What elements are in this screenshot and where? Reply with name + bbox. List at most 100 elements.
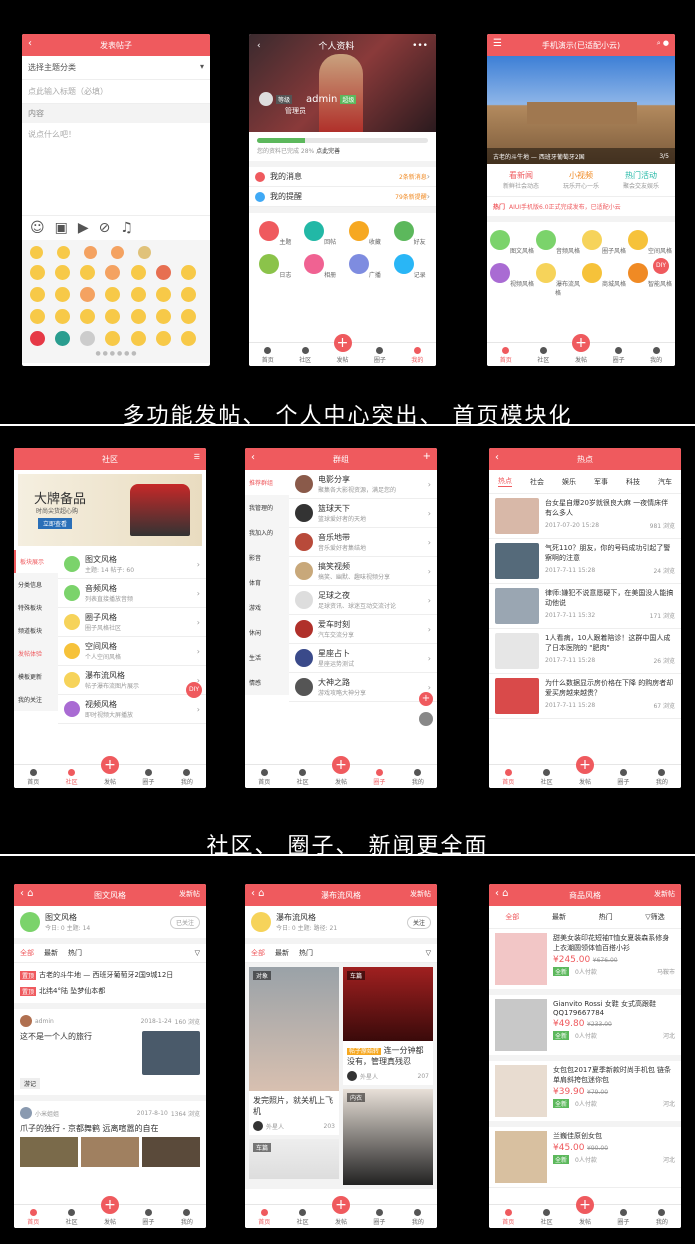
post-card[interactable]: admin 2018-1-24 160 浏览 这不是一个人的旅行 游记 — [14, 1003, 206, 1095]
tab-community[interactable]: 社区 — [283, 765, 321, 788]
tab-home[interactable]: 首页 — [245, 1205, 283, 1228]
image-icon[interactable]: ▣ — [55, 220, 68, 236]
tab-latest[interactable]: 最新 — [275, 948, 289, 958]
avatar[interactable] — [259, 92, 273, 106]
tab-mine[interactable]: 我的 — [643, 1205, 681, 1228]
grid-item[interactable]: 好友 — [387, 221, 432, 246]
list-item[interactable]: 视频风格 即时视频大屏播放 › — [58, 695, 206, 724]
emoji-icon[interactable] — [155, 287, 171, 302]
back-icon[interactable]: ‹ ⌂ — [495, 888, 509, 899]
tile-events[interactable]: 热门活动 聚会交友娱乐 — [611, 170, 671, 190]
sidebar-item[interactable]: 影音 — [245, 545, 289, 570]
emoji-icon[interactable] — [155, 309, 171, 324]
tab-home[interactable]: 首页 — [489, 1205, 527, 1228]
sidebar-item[interactable]: 模板更新 — [14, 665, 58, 688]
sidebar-item[interactable]: 游戏 — [245, 595, 289, 620]
link-icon[interactable]: ⊘ — [99, 220, 111, 236]
new-post-button[interactable]: 发新帖 — [410, 889, 431, 899]
emoji-icon[interactable] — [55, 331, 71, 346]
tab-community[interactable]: 社区 — [52, 1205, 90, 1228]
tab-hot[interactable]: 热门 — [299, 948, 313, 958]
diy-button[interactable]: DIY — [653, 258, 669, 274]
emoji-icon[interactable] — [180, 309, 196, 324]
emoji-icon[interactable] — [55, 309, 71, 324]
banner-button[interactable]: 立即查看 — [38, 518, 73, 529]
list-item[interactable]: 音频风格 列表直接播放音频 › — [58, 579, 206, 608]
emoji-icon[interactable] — [30, 265, 45, 280]
tab-home[interactable]: 首页 — [249, 343, 286, 366]
tab-community[interactable]: 社区 — [286, 343, 323, 366]
tab-all[interactable]: 全部 — [20, 948, 34, 958]
category-select[interactable]: 选择主题分类 ▾ — [22, 56, 210, 80]
post-card[interactable]: 小米姐姐 2017-8-10 1364 浏览 爪子的独行 - 京都舞鹤 远离喧嚣的自… — [14, 1095, 206, 1173]
filter-icon[interactable]: ▽ — [426, 949, 431, 957]
tab-circle[interactable]: 圈子 — [360, 1205, 398, 1228]
grid-item[interactable]: 收藏 — [343, 221, 388, 246]
tile-video[interactable]: 小视频 玩乐开心一乐 — [551, 170, 611, 190]
emoji-icon[interactable] — [30, 331, 45, 346]
emoji-icon[interactable] — [130, 287, 146, 302]
sidebar-item[interactable]: 我管理的 — [245, 495, 289, 520]
list-item[interactable]: 篮球天下 篮球爱好者的天地 › — [289, 499, 437, 528]
emoji-icon[interactable] — [80, 265, 96, 280]
waterfall-card[interactable]: 内衣 — [343, 1089, 433, 1185]
sidebar-item[interactable]: 频道板块 — [14, 619, 58, 642]
tab-mine[interactable]: 我的 — [399, 1205, 437, 1228]
sidebar-item[interactable]: 发帖体验 — [14, 642, 58, 665]
tab-ent[interactable]: 娱乐 — [562, 477, 576, 487]
sidebar-item[interactable]: 我的关注 — [14, 688, 58, 711]
follow-button[interactable]: 关注 — [406, 915, 431, 929]
product-item[interactable]: Gianvito Rossi 女鞋 女式高跟鞋QQ179667784 ¥49.80… — [489, 995, 681, 1061]
tab-community[interactable]: 社区 — [525, 343, 563, 366]
list-item[interactable]: 音乐地带 音乐爱好者集结地 › — [289, 528, 437, 557]
waterfall-card[interactable]: 车篇 — [249, 1139, 339, 1179]
menu-icon[interactable]: ☰ — [493, 38, 502, 49]
tab-community[interactable]: 社区 — [283, 1205, 321, 1228]
tab-auto[interactable]: 汽车 — [658, 477, 672, 487]
sidebar-item[interactable]: 休闲 — [245, 620, 289, 645]
grid-item[interactable]: 记录 — [387, 254, 432, 279]
emoji-icon[interactable] — [30, 287, 45, 302]
tab-mine[interactable]: 我的 — [399, 765, 437, 788]
banner[interactable]: 大牌备品 时尚尖货超心购 立即查看 — [18, 474, 202, 546]
tab-community[interactable]: 社区 — [527, 765, 565, 788]
back-icon[interactable]: ‹ — [28, 38, 32, 49]
module-item[interactable]: 瀑布流风格 — [535, 263, 581, 297]
tab-circle[interactable]: 圈子 — [129, 765, 167, 788]
search-icon[interactable]: ⌕ ● — [657, 39, 669, 48]
emoji-icon[interactable]: ☺ — [30, 220, 45, 236]
tab-all[interactable]: 全部 — [505, 912, 519, 922]
new-post-button[interactable]: 发新帖 — [654, 889, 675, 899]
list-item[interactable]: 圈子风格 圈子风格社区 › — [58, 608, 206, 637]
tab-hot[interactable]: 热门 — [599, 912, 613, 922]
tab-military[interactable]: 军事 — [594, 477, 608, 487]
tab-post[interactable]: + 发帖 — [566, 1196, 604, 1228]
new-post-button[interactable]: 发新帖 — [179, 889, 200, 899]
back-icon[interactable]: ‹ — [257, 41, 261, 51]
grid-item[interactable]: 广播 — [343, 254, 388, 279]
diy-button[interactable]: DIY — [186, 682, 202, 698]
product-item[interactable]: 甜美女装印花短袖T恤女夏装森系修身上衣潮圆领体恤百搭小衫 ¥245.00 ¥676… — [489, 929, 681, 995]
tab-home[interactable]: 首页 — [14, 765, 52, 788]
news-item[interactable]: 台女星自爆20岁就很良大麻 一夜情床伴有么多人 2017-07-20 15:28 9… — [489, 494, 681, 539]
menu-icon[interactable]: ☰ — [194, 453, 200, 461]
back-icon[interactable]: ‹ — [251, 452, 255, 463]
tab-home[interactable]: 首页 — [245, 765, 283, 788]
emoji-icon[interactable] — [180, 287, 196, 302]
tab-all[interactable]: 全部 — [251, 948, 265, 958]
news-item[interactable]: 为什么数据显示房价格在下降 的购房者却爱买房越来越贵？ 2017-7-11 15:… — [489, 674, 681, 719]
grid-item[interactable]: 相册 — [298, 254, 343, 279]
sidebar-item[interactable]: 体育 — [245, 570, 289, 595]
music-icon[interactable]: ♫ — [120, 220, 133, 236]
video-icon[interactable]: ▶ — [78, 220, 89, 236]
grid-item[interactable]: 主题 — [253, 221, 298, 246]
tab-mine[interactable]: 我的 — [637, 343, 675, 366]
list-item[interactable]: 图文风格 主题: 14 帖子: 60 › — [58, 550, 206, 579]
tab-mine[interactable]: 我的 — [168, 1205, 206, 1228]
sidebar-item[interactable]: 板块展示 — [14, 550, 58, 573]
sticky-post[interactable]: 置顶 北纬4°陆 坠梦仙本都 — [20, 983, 200, 999]
tab-circle[interactable]: 圈子 — [604, 765, 642, 788]
emoji-icon[interactable] — [180, 265, 196, 280]
emoji-icon[interactable] — [105, 309, 121, 324]
notice-bar[interactable]: 热门 AIUI手机版6.0正式完成发布，已适配小云 — [487, 197, 675, 222]
